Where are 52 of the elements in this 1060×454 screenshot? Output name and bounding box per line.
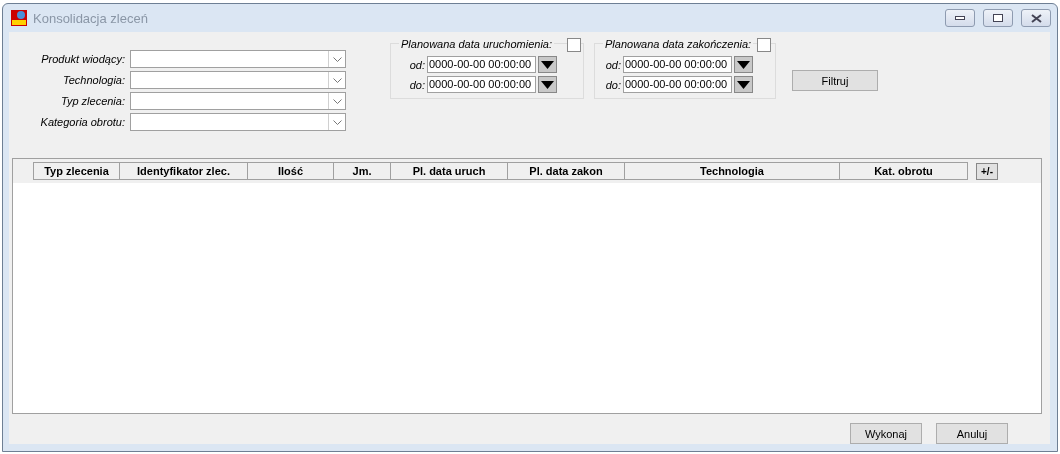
checkbox[interactable] <box>567 38 581 52</box>
dropdown-field[interactable] <box>130 71 346 89</box>
group-title: Planowana data zakończenia: <box>603 38 754 50</box>
chevron-down-icon <box>332 56 342 62</box>
column-header[interactable]: Ilość <box>248 162 334 180</box>
dropdown-button[interactable] <box>538 56 557 73</box>
column-header[interactable]: Pl. data zakon <box>508 162 625 180</box>
columns-toggle-button[interactable]: +/- <box>976 162 998 180</box>
checkbox[interactable] <box>757 38 771 52</box>
triangle-down-icon <box>541 80 554 89</box>
triangle-down-icon <box>737 60 750 69</box>
chevron-down-icon <box>332 77 342 83</box>
window-title: Konsolidacja zleceń <box>33 10 149 26</box>
group-title: Planowana data uruchomienia: <box>399 38 555 50</box>
field-label: do: <box>408 78 425 91</box>
chevron-down-icon <box>332 98 342 104</box>
column-header[interactable]: Jm. <box>334 162 391 180</box>
minimize-button[interactable] <box>945 9 975 27</box>
dropdown-button[interactable] <box>538 76 557 93</box>
date-field[interactable]: 0000-00-00 00:00:00 <box>427 56 536 73</box>
dropdown-field[interactable] <box>130 50 346 68</box>
dropdown-button[interactable] <box>734 56 753 73</box>
field-label: od: <box>408 58 425 71</box>
dropdown-field[interactable] <box>130 92 346 110</box>
maximize-button[interactable] <box>983 9 1013 27</box>
dropdown-field[interactable] <box>130 113 346 131</box>
triangle-down-icon <box>541 60 554 69</box>
action-button[interactable]: Anuluj <box>936 423 1008 444</box>
close-icon <box>1030 13 1042 23</box>
filter-button[interactable]: Filtruj <box>792 70 878 91</box>
column-header[interactable]: Pl. data uruch <box>391 162 508 180</box>
app-logo-icon <box>11 10 27 26</box>
field-label: do: <box>604 78 621 91</box>
field-label: od: <box>604 58 621 71</box>
column-header[interactable]: Technologia <box>625 162 840 180</box>
column-header[interactable]: Typ zlecenia <box>33 162 120 180</box>
close-button[interactable] <box>1021 9 1051 27</box>
column-header[interactable]: Identyfikator zlec. <box>120 162 248 180</box>
date-field[interactable]: 0000-00-00 00:00:00 <box>623 76 732 93</box>
dropdown-button[interactable] <box>734 76 753 93</box>
field-label: Typ zlecenia: <box>60 94 125 109</box>
column-header[interactable]: Kat. obrotu <box>840 162 968 180</box>
date-field[interactable]: 0000-00-00 00:00:00 <box>623 56 732 73</box>
chevron-down-icon <box>332 119 342 125</box>
action-button[interactable]: Wykonaj <box>850 423 922 444</box>
triangle-down-icon <box>737 80 750 89</box>
minimize-icon <box>955 16 965 20</box>
date-field[interactable]: 0000-00-00 00:00:00 <box>427 76 536 93</box>
field-label: Technologia: <box>62 73 125 88</box>
field-label: Produkt wiodący: <box>40 52 125 67</box>
field-label: Kategoria obrotu: <box>39 115 125 130</box>
maximize-icon <box>993 14 1003 22</box>
